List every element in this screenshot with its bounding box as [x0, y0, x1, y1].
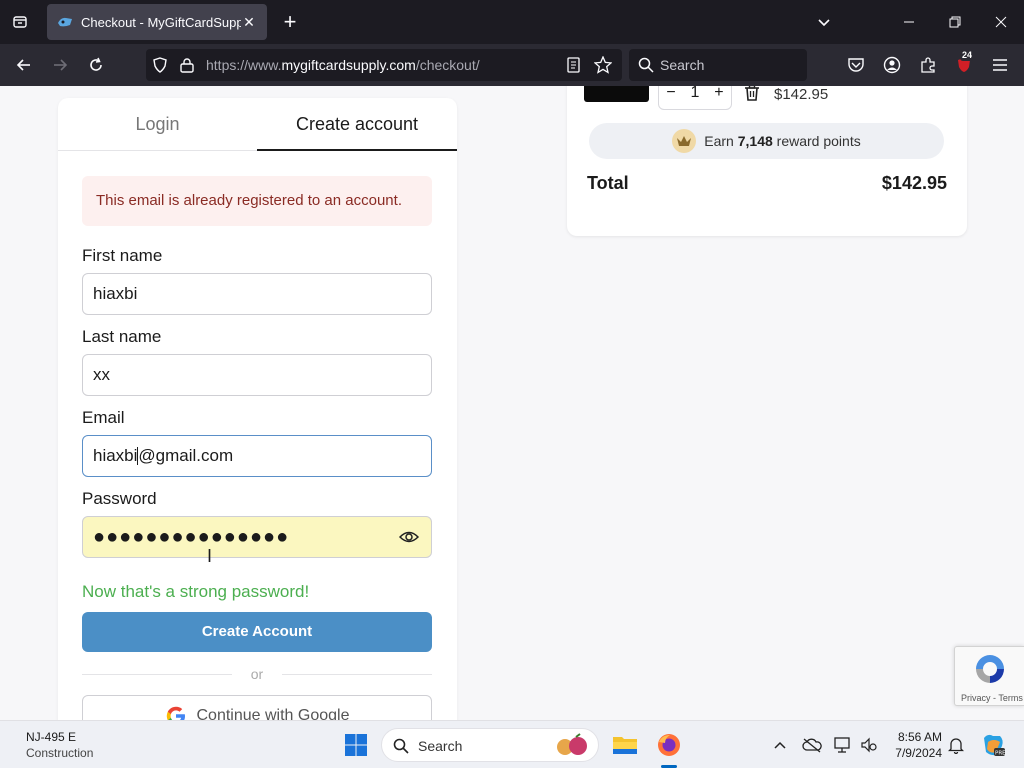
email-value-before-caret: hiaxbi	[93, 446, 138, 465]
reward-points-banner: Earn 7,148 reward points	[589, 123, 944, 159]
order-summary-card: − 1 + $142.95 Earn 7,148 reward points T…	[567, 86, 967, 236]
site-favicon-icon	[58, 17, 72, 27]
firefox-icon[interactable]	[654, 730, 684, 760]
account-icon[interactable]	[880, 53, 904, 77]
weather-title: NJ-495 E	[26, 730, 77, 744]
search-icon	[638, 57, 654, 73]
copilot-icon[interactable]: PRE	[980, 732, 1006, 758]
weather-widget[interactable]: NJ-495 E Construction	[26, 729, 93, 761]
search-placeholder: Search	[660, 57, 705, 73]
or-text: or	[250, 666, 264, 682]
recaptcha-badge[interactable]: Privacy - Terms	[954, 646, 1024, 706]
increase-quantity-button[interactable]: +	[714, 86, 723, 102]
text-cursor-icon: I	[207, 546, 213, 566]
email-field[interactable]: hiaxbi @gmail.com	[82, 435, 432, 477]
crown-icon	[672, 129, 697, 153]
shield-icon[interactable]	[152, 57, 168, 73]
first-name-field[interactable]: hiaxbi	[82, 273, 432, 315]
google-button-label: Continue with Google	[196, 707, 350, 720]
password-value: ●●●●●●●●●●●●●●●	[93, 525, 290, 548]
restore-icon[interactable]	[941, 8, 969, 36]
line-item-price: $142.95	[774, 86, 829, 103]
url-text[interactable]: https://www.mygiftcardsupply.com/checkou…	[206, 57, 480, 73]
create-account-button[interactable]: Create Account	[82, 612, 432, 652]
error-alert: This email is already registered to an a…	[82, 176, 432, 226]
email-label: Email	[82, 408, 125, 427]
last-name-value: xx	[93, 365, 110, 384]
total-label: Total	[587, 173, 629, 193]
tab-create-account[interactable]: Create account	[257, 114, 457, 135]
tab-list-icon[interactable]	[8, 10, 32, 34]
bookmark-star-icon[interactable]	[594, 56, 612, 74]
recaptcha-icon	[976, 655, 1004, 683]
volume-muted-icon[interactable]	[859, 735, 879, 755]
last-name-field[interactable]: xx	[82, 354, 432, 396]
show-password-eye-icon[interactable]	[399, 529, 419, 545]
svg-text:PRE: PRE	[995, 751, 1006, 757]
taskbar-search-box[interactable]: Search	[381, 728, 599, 762]
weather-subtitle: Construction	[26, 746, 94, 760]
network-icon[interactable]	[833, 735, 853, 755]
recaptcha-links[interactable]: Privacy - Terms	[961, 693, 1023, 703]
minimize-icon[interactable]	[895, 8, 923, 36]
quantity-value[interactable]: 1	[691, 86, 700, 102]
decrease-quantity-button[interactable]: −	[666, 86, 675, 102]
extensions-icon[interactable]	[916, 53, 940, 77]
back-icon[interactable]	[12, 53, 36, 77]
search-icon	[393, 738, 409, 754]
reload-icon[interactable]	[84, 53, 108, 77]
first-name-label: First name	[82, 246, 163, 265]
account-card: Login Create account This email is alrea…	[58, 98, 457, 720]
lock-icon[interactable]	[180, 57, 194, 73]
quantity-stepper: − 1 +	[658, 86, 732, 110]
extension-badge: 24	[960, 50, 975, 61]
last-name-label: Last name	[82, 327, 162, 346]
google-logo-icon	[166, 706, 185, 720]
taskbar-search-text: Search	[418, 738, 463, 754]
continue-with-google-button[interactable]: Continue with Google	[82, 695, 432, 720]
product-thumbnail	[584, 86, 649, 102]
tab-title: Checkout - MyGiftCardSupply	[81, 14, 241, 30]
trash-icon[interactable]	[743, 86, 761, 102]
password-label: Password	[82, 489, 157, 508]
chevron-down-icon[interactable]	[814, 12, 838, 32]
clock-date: 7/9/2024	[895, 746, 942, 760]
notification-bell-icon[interactable]	[946, 735, 966, 755]
email-value-after-caret: @gmail.com	[138, 446, 234, 465]
windows-start-icon[interactable]	[344, 733, 368, 757]
chevron-up-icon[interactable]	[770, 735, 790, 755]
file-explorer-icon[interactable]	[610, 730, 640, 760]
password-field[interactable]: ●●●●●●●●●●●●●●●	[82, 516, 432, 558]
reward-text: Earn 7,148 reward points	[704, 133, 861, 149]
tab-close-icon[interactable]: ✕	[241, 14, 257, 30]
menu-icon[interactable]	[988, 53, 1012, 77]
onedrive-off-icon[interactable]	[802, 735, 822, 755]
forward-icon[interactable]	[48, 53, 72, 77]
pocket-icon[interactable]	[844, 53, 868, 77]
browser-tab-checkout[interactable]: Checkout - MyGiftCardSupply ✕	[47, 4, 267, 40]
total-value: $142.95	[881, 173, 947, 193]
tab-login[interactable]: Login	[58, 114, 257, 135]
new-tab-icon[interactable]: +	[278, 10, 302, 34]
browser-search-box[interactable]: Search	[629, 49, 807, 81]
browser-tab-bar: Checkout - MyGiftCardSupply ✕ +	[0, 0, 1024, 44]
browser-nav-bar: https://www.mygiftcardsupply.com/checkou…	[0, 44, 1024, 86]
page-viewport: Login Create account This email is alrea…	[0, 86, 1024, 720]
first-name-value: hiaxbi	[93, 284, 138, 303]
windows-taskbar: NJ-495 E Construction Search 8:56 AM 7/9…	[0, 720, 1024, 768]
clock-time: 8:56 AM	[897, 730, 942, 744]
reader-view-icon[interactable]	[566, 57, 582, 73]
password-strength-message: Now that's a strong password!	[82, 582, 310, 601]
active-tab-indicator	[257, 149, 457, 151]
system-clock[interactable]: 8:56 AM 7/9/2024	[892, 729, 942, 761]
close-window-icon[interactable]	[987, 8, 1015, 36]
search-highlight-icon	[557, 733, 587, 755]
or-divider: or	[82, 666, 432, 682]
url-bar[interactable]: https://www.mygiftcardsupply.com/checkou…	[146, 49, 622, 81]
